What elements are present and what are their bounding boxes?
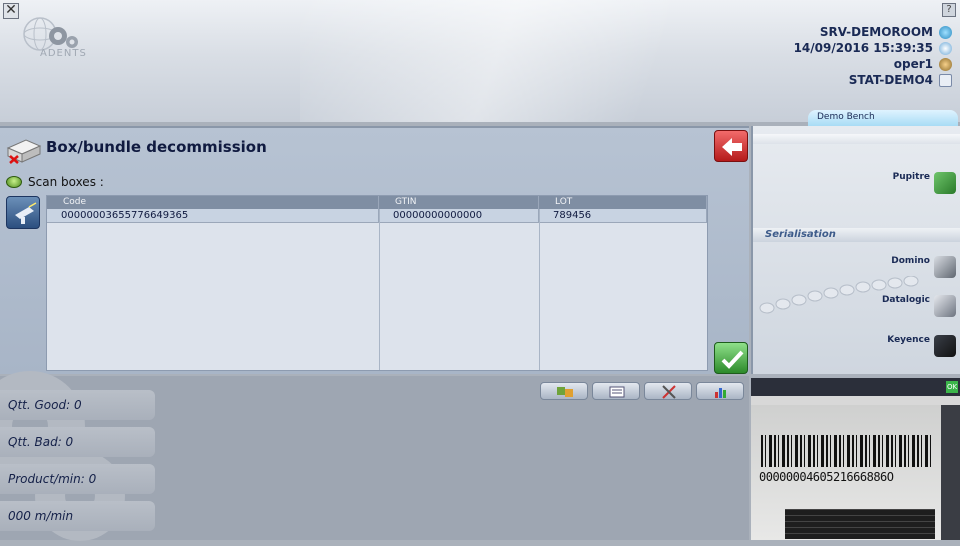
box-remove-icon	[6, 139, 42, 164]
qty-good: Qtt. Good: 0	[0, 390, 155, 420]
user-row: oper1	[794, 56, 952, 72]
list-button[interactable]	[592, 382, 640, 400]
scanner-device-icon[interactable]	[934, 295, 956, 317]
scan-label: Scan boxes :	[28, 175, 104, 189]
column-header-gtin[interactable]: GTIN	[379, 196, 539, 209]
list-icon	[609, 386, 625, 398]
validate-button[interactable]	[714, 342, 748, 374]
cell-lot: 789456	[539, 209, 707, 222]
qty-bad: Qtt. Bad: 0	[0, 427, 155, 457]
camera-ok-button[interactable]: OK	[946, 381, 958, 393]
device-keyence[interactable]: Keyence	[887, 335, 930, 345]
camera-image: 0000000460521666886O	[751, 405, 941, 540]
clock-icon	[939, 41, 952, 55]
globe-icon	[939, 25, 952, 39]
camera-device-icon[interactable]	[934, 335, 956, 357]
decommission-panel: Box/bundle decommission Scan boxes : Cod…	[0, 126, 749, 374]
production-stats-area: Qtt. Good: 0 Qtt. Bad: 0 Product/min: 0 …	[0, 371, 749, 541]
app-header: ✕ ? ADENTS SRV-DEMOROOM 14/09/2016 15:39…	[0, 0, 960, 126]
help-button[interactable]: ?	[942, 3, 956, 17]
server-row: SRV-DEMOROOM	[794, 24, 952, 40]
table-row[interactable]: 00000003655776649365 00000000000000 7894…	[47, 209, 707, 223]
line-speed: 000 m/min	[0, 501, 155, 531]
cell-code: 00000003655776649365	[47, 209, 379, 222]
printer-icon[interactable]	[934, 256, 956, 278]
barcode-image	[761, 435, 931, 467]
checkmark-icon	[721, 350, 744, 369]
barcode-readout: 0000000460521666886O	[759, 470, 894, 484]
scan-button[interactable]	[6, 196, 40, 229]
bench-tab[interactable]: Demo Bench	[808, 110, 958, 126]
pupitre-board-icon[interactable]	[934, 172, 956, 194]
station-icon	[939, 73, 952, 87]
camera-titlebar: OK	[751, 378, 960, 396]
back-button[interactable]	[714, 130, 748, 162]
logo-text: ADENTS	[40, 48, 87, 59]
tools-icon	[662, 385, 676, 399]
column-divider	[379, 209, 380, 370]
products-per-minute: Product/min: 0	[0, 464, 155, 494]
camera-results-table	[785, 509, 935, 539]
scan-status-icon	[6, 176, 22, 188]
header-decoration	[300, 0, 800, 122]
cell-gtin: 00000000000000	[379, 209, 539, 222]
panel-divider	[753, 134, 960, 144]
transfer-icon	[557, 387, 573, 397]
transfer-button[interactable]	[540, 382, 588, 400]
datetime-row: 14/09/2016 15:39:35	[794, 40, 952, 56]
pupitre-label[interactable]: Pupitre	[893, 172, 930, 182]
tools-button[interactable]	[644, 382, 692, 400]
datetime: 14/09/2016 15:39:35	[793, 41, 933, 55]
station-name: STAT-DEMO4	[848, 73, 933, 87]
station-row: STAT-DEMO4	[794, 72, 952, 88]
server-name: SRV-DEMOROOM	[819, 25, 933, 39]
page-title: Box/bundle decommission	[46, 138, 267, 156]
arrow-left-icon	[722, 138, 742, 156]
column-header-lot[interactable]: LOT	[539, 196, 707, 209]
column-divider	[539, 209, 540, 370]
table-header: Code GTIN LOT	[47, 196, 707, 209]
camera-side-panel	[941, 405, 960, 540]
device-datalogic[interactable]: Datalogic	[882, 295, 930, 305]
camera-preview[interactable]: OK 0000000460521666886O	[751, 378, 960, 540]
user-icon	[939, 57, 952, 71]
device-domino[interactable]: Domino	[891, 256, 930, 266]
chart-icon	[715, 388, 726, 398]
scanner-icon	[15, 202, 37, 224]
scanned-boxes-table[interactable]: Code GTIN LOT 00000003655776649365 00000…	[46, 195, 708, 371]
session-info: SRV-DEMOROOM 14/09/2016 15:39:35 oper1 S…	[794, 24, 952, 88]
stats-button[interactable]	[696, 382, 744, 400]
user-name: oper1	[893, 57, 933, 71]
close-button[interactable]: ✕	[3, 3, 19, 19]
devices-panel: Pupitre Serialisation Domino Datalogic K…	[751, 126, 960, 374]
serialisation-header: Serialisation	[753, 228, 960, 242]
column-header-code[interactable]: Code	[47, 196, 379, 209]
camera-toolbar	[751, 396, 960, 405]
